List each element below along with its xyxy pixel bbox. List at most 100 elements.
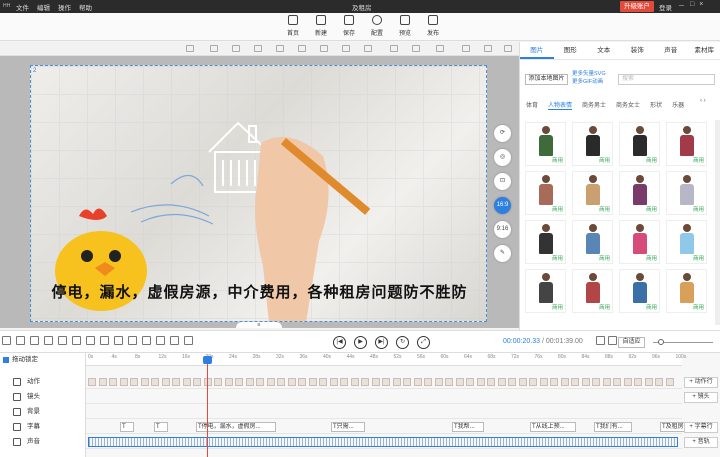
align-top-icon[interactable]	[276, 45, 284, 52]
category-instruments[interactable]: 乐器	[672, 100, 684, 110]
asset-thumbnail[interactable]: 商用	[572, 171, 613, 215]
action-clip[interactable]	[581, 378, 590, 386]
camera-track[interactable]	[86, 390, 682, 404]
subtitle-clip[interactable]: T我们有...	[594, 422, 632, 432]
distribute-h-icon[interactable]	[342, 45, 350, 52]
tts-icon[interactable]	[184, 336, 193, 345]
replay-icon[interactable]: ↻	[396, 336, 409, 349]
asset-thumbnail[interactable]: 商用	[666, 269, 707, 313]
close-icon[interactable]: ×	[699, 1, 703, 11]
row-background[interactable]: 背景	[0, 405, 86, 419]
delete-icon[interactable]	[142, 336, 151, 345]
action-clip[interactable]	[445, 378, 453, 386]
paste-icon[interactable]	[86, 336, 95, 345]
select-icon[interactable]	[114, 336, 123, 345]
category-businesswomen[interactable]: 商务女士	[616, 100, 640, 110]
asset-thumbnail[interactable]: 商用	[525, 269, 566, 313]
action-clip[interactable]	[319, 378, 327, 386]
asset-thumbnail[interactable]: 商用	[525, 171, 566, 215]
preview-button[interactable]: 预览	[393, 15, 417, 37]
background-track[interactable]	[86, 405, 682, 419]
playhead-handle[interactable]	[203, 356, 212, 364]
more-gif-link[interactable]: 更多GIF动画	[572, 78, 606, 86]
action-clip[interactable]	[613, 378, 621, 386]
audio-waveform[interactable]	[88, 437, 678, 447]
collapse-handle[interactable]: ≡	[236, 322, 282, 328]
action-clip[interactable]	[466, 378, 474, 386]
prev-frame-icon[interactable]: |◀	[333, 336, 346, 349]
cut-icon[interactable]	[100, 336, 109, 345]
checkbox[interactable]	[3, 357, 9, 363]
asset-thumbnail[interactable]: 商用	[666, 220, 707, 264]
action-clip[interactable]	[371, 378, 380, 386]
menu-file[interactable]: 文件	[16, 2, 29, 12]
distribute-v-icon[interactable]	[364, 45, 372, 52]
tab-text[interactable]: 文本	[587, 42, 621, 59]
subtitle-clip[interactable]: T从线上预...	[530, 422, 576, 432]
category-sports[interactable]: 体育	[526, 100, 538, 110]
asset-thumbnail[interactable]: 商用	[619, 269, 660, 313]
action-clip[interactable]	[602, 378, 611, 386]
align-right-icon[interactable]	[254, 45, 262, 52]
action-track[interactable]	[86, 375, 682, 389]
add-local-image-button[interactable]: 添加本地图片	[525, 74, 568, 85]
row-camera[interactable]: 镜头	[0, 390, 86, 404]
tab-sound[interactable]: 声音	[654, 42, 688, 59]
maximize-icon[interactable]: □	[690, 1, 694, 11]
panel-scrollbar[interactable]	[715, 120, 720, 325]
copy-icon[interactable]	[72, 336, 81, 345]
mic-icon[interactable]	[170, 336, 179, 345]
lock-drag-row[interactable]: 拖动锁定	[0, 353, 86, 367]
minimize-icon[interactable]: －	[678, 1, 685, 11]
action-clip[interactable]	[235, 378, 243, 386]
action-clip[interactable]	[413, 378, 422, 386]
action-clip[interactable]	[571, 378, 579, 386]
marker-icon[interactable]	[58, 336, 67, 345]
asset-thumbnail[interactable]: 商用	[666, 171, 707, 215]
text-icon[interactable]	[128, 336, 137, 345]
settings-button[interactable]: 配置	[365, 15, 389, 37]
edit-icon[interactable]: ✎	[494, 245, 511, 262]
play-icon[interactable]: ▶	[354, 336, 367, 349]
action-clip[interactable]	[245, 378, 254, 386]
action-clip[interactable]	[109, 378, 117, 386]
row-action[interactable]: 动作	[0, 375, 86, 389]
category-businessmen[interactable]: 商务男士	[582, 100, 606, 110]
action-clip[interactable]	[403, 378, 411, 386]
action-clip[interactable]	[560, 378, 569, 386]
action-clip[interactable]	[214, 378, 222, 386]
menu-help[interactable]: 帮助	[79, 2, 92, 12]
align-center-icon[interactable]	[232, 45, 240, 52]
asset-thumbnail[interactable]: 商用	[525, 220, 566, 264]
upgrade-account-button[interactable]: 升级账户	[620, 1, 654, 12]
next-frame-icon[interactable]: ▶|	[375, 336, 388, 349]
action-clip[interactable]	[224, 378, 233, 386]
add-audio-track-button[interactable]: + 音轨	[684, 437, 718, 448]
menu-operate[interactable]: 操作	[58, 2, 71, 12]
action-clip[interactable]	[182, 378, 191, 386]
asset-thumbnail[interactable]: 商用	[572, 122, 613, 166]
subtitle-clip[interactable]: T	[154, 422, 168, 432]
refresh-icon[interactable]: ⟳	[494, 125, 511, 142]
action-clip[interactable]	[308, 378, 317, 386]
category-emoji[interactable]: 人物表情	[548, 100, 573, 110]
action-clip[interactable]	[424, 378, 432, 386]
ratio-16-9-button[interactable]: 16:9	[494, 197, 511, 214]
action-clip[interactable]	[266, 378, 275, 386]
action-clip[interactable]	[361, 378, 369, 386]
action-clip[interactable]	[119, 378, 128, 386]
action-clip[interactable]	[287, 378, 296, 386]
tab-images[interactable]: 图片	[520, 42, 554, 59]
add-subtitle-row-button[interactable]: + 字幕行	[684, 422, 718, 433]
action-clip[interactable]	[529, 378, 537, 386]
action-clip[interactable]	[140, 378, 149, 386]
lock-icon[interactable]	[186, 45, 194, 52]
lock-drag-icon[interactable]	[2, 336, 11, 345]
action-clip[interactable]	[161, 378, 170, 386]
align-middle-icon[interactable]	[298, 45, 306, 52]
time-ruler[interactable]: 0s4s8s12s16s20s24s28s32s36s40s44s48s52s5…	[86, 353, 686, 366]
search-input[interactable]: 搜索	[618, 74, 715, 85]
auto-fit-button[interactable]: 自适应	[618, 337, 645, 348]
asset-thumbnail[interactable]: 商用	[619, 171, 660, 215]
timeline-settings-icon[interactable]	[596, 336, 605, 345]
